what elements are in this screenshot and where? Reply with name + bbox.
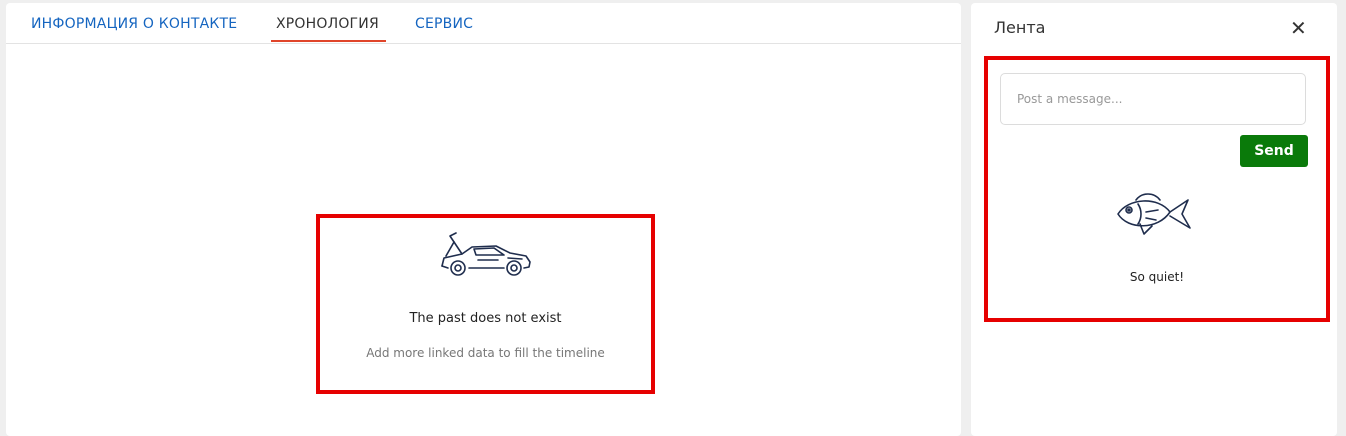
fish-icon: [1117, 193, 1191, 235]
feed-content: Send So quiet!: [984, 56, 1330, 322]
car-icon: [441, 232, 531, 276]
empty-state-subtitle: Add more linked data to fill the timelin…: [366, 346, 605, 360]
feed-panel: Лента ✕ Send So quiet!: [971, 3, 1337, 436]
tab-timeline[interactable]: ХРОНОЛОГИЯ: [276, 16, 379, 32]
send-button[interactable]: Send: [1240, 135, 1308, 167]
tab-contact-info[interactable]: ИНФОРМАЦИЯ О КОНТАКТЕ: [31, 16, 237, 32]
timeline-empty-state: The past does not exist Add more linked …: [316, 214, 655, 394]
tab-service[interactable]: СЕРВИС: [415, 16, 473, 32]
main-panel: ИНФОРМАЦИЯ О КОНТАКТЕ ХРОНОЛОГИЯ СЕРВИС …: [6, 3, 961, 436]
message-input[interactable]: [1000, 73, 1306, 125]
active-tab-indicator: [271, 40, 386, 42]
feed-title: Лента: [994, 18, 1046, 37]
empty-state-title: The past does not exist: [409, 311, 562, 326]
tab-bar: ИНФОРМАЦИЯ О КОНТАКТЕ ХРОНОЛОГИЯ СЕРВИС: [6, 3, 961, 44]
feed-empty-text: So quiet!: [1129, 270, 1185, 284]
close-icon[interactable]: ✕: [1290, 16, 1307, 40]
